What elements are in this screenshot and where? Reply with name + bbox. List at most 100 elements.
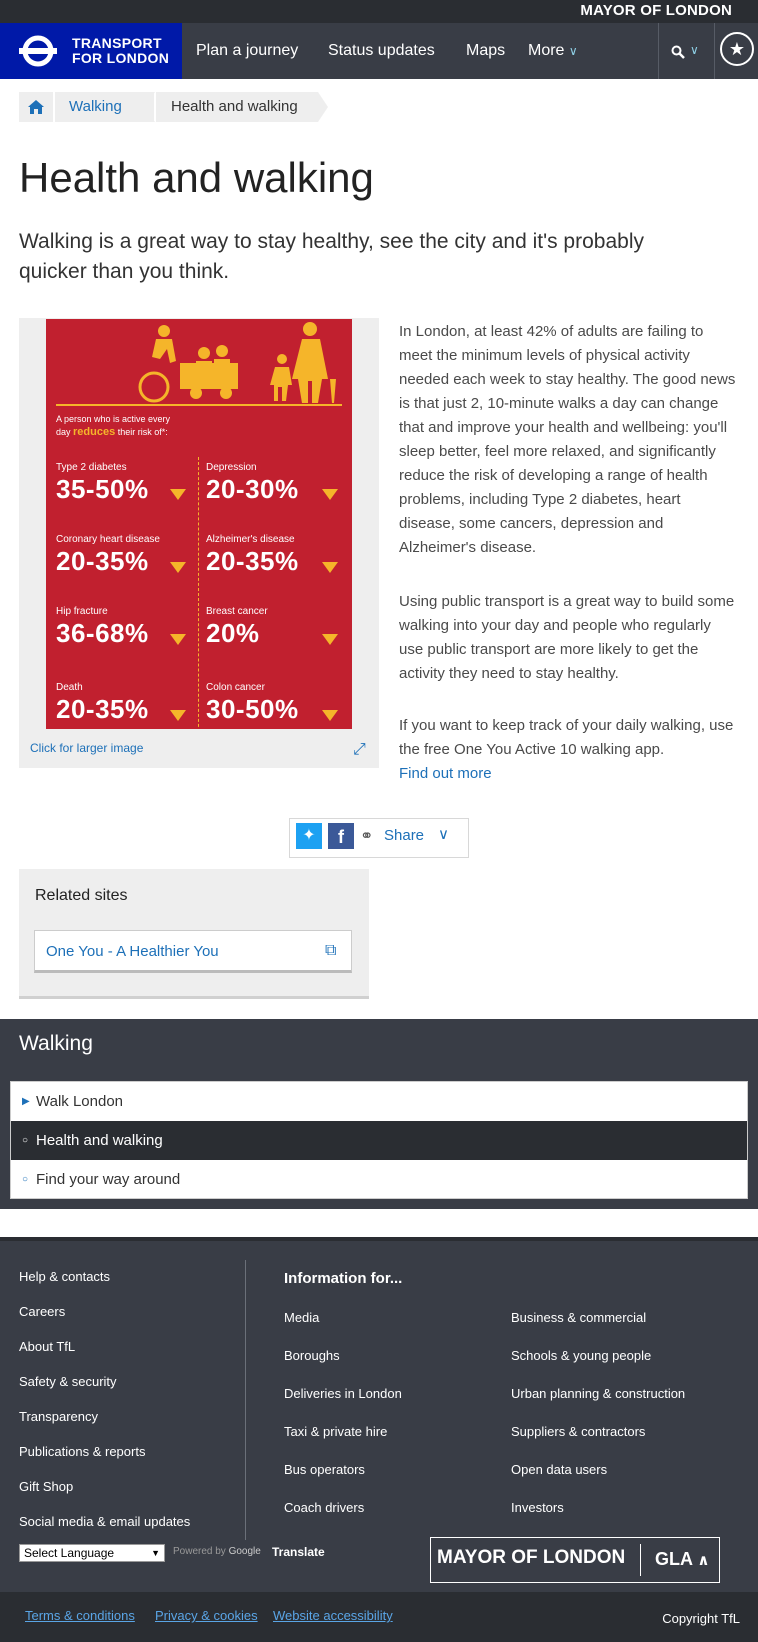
footer-link[interactable]: Publications & reports	[19, 1444, 145, 1459]
twitter-icon: ✦	[302, 827, 316, 844]
gla-link[interactable]: GLA ∧	[655, 1549, 710, 1570]
section-nav-heading: Walking	[19, 1032, 93, 1055]
nav-plan-journey[interactable]: Plan a journey	[196, 42, 298, 60]
stat-label: Breast cancer	[206, 606, 268, 617]
chevron-down-icon: ∨	[690, 43, 699, 57]
nav-divider	[658, 23, 659, 79]
home-icon	[28, 100, 44, 114]
down-arrow-icon	[170, 634, 186, 645]
external-link-icon: ⧉	[325, 942, 337, 959]
twitter-share-button[interactable]: ✦	[296, 823, 322, 849]
down-arrow-icon	[170, 710, 186, 721]
footer-info-link[interactable]: Deliveries in London	[284, 1386, 402, 1401]
down-arrow-icon	[170, 489, 186, 500]
logo-line-2: FOR LONDON	[72, 50, 170, 66]
favourites-button[interactable]: ★	[720, 32, 754, 66]
nav-more[interactable]: More ∨	[528, 42, 578, 60]
search-icon	[671, 45, 685, 59]
family-walking-illustration	[56, 322, 342, 406]
footer-link[interactable]: Gift Shop	[19, 1479, 73, 1494]
footer-info-link[interactable]: Taxi & private hire	[284, 1424, 387, 1439]
triangle-right-icon: ▶	[22, 1096, 30, 1107]
down-arrow-icon	[322, 710, 338, 721]
share-icon: ⚭	[360, 828, 374, 845]
chevron-down-icon[interactable]: ∨	[438, 825, 449, 843]
footer-info-link[interactable]: Coach drivers	[284, 1500, 364, 1515]
facebook-share-button[interactable]: f	[328, 823, 354, 849]
star-icon: ★	[728, 39, 746, 59]
terms-link[interactable]: Terms & conditions	[25, 1608, 135, 1623]
footer-info-link[interactable]: Urban planning & construction	[511, 1386, 685, 1401]
page-title: Health and walking	[19, 154, 374, 201]
chevron-up-icon: ∧	[697, 1552, 710, 1569]
mayor-of-london-footer[interactable]: MAYOR OF LONDON	[437, 1547, 625, 1569]
page-lead: Walking is a great way to stay healthy, …	[19, 230, 644, 283]
expand-icon[interactable]: ⤢	[353, 741, 366, 759]
stat-value: 36-68%	[56, 618, 149, 648]
stat-value: 20-30%	[206, 474, 299, 504]
stat-label: Death	[56, 682, 83, 693]
down-arrow-icon	[322, 489, 338, 500]
footer-link[interactable]: Careers	[19, 1304, 65, 1319]
breadcrumb-end	[318, 92, 328, 122]
footer-link[interactable]: Transparency	[19, 1409, 98, 1424]
section-nav-item-find-way[interactable]: ○ Find your way around	[11, 1160, 747, 1199]
footer-info-link[interactable]: Boroughs	[284, 1348, 340, 1363]
stat-label: Type 2 diabetes	[56, 462, 127, 473]
down-arrow-icon	[170, 562, 186, 573]
privacy-link[interactable]: Privacy & cookies	[155, 1608, 258, 1623]
infographic-image[interactable]: A person who is active every day reduces…	[46, 319, 352, 729]
footer-info-link[interactable]: Business & commercial	[511, 1310, 646, 1325]
footer-link[interactable]: About TfL	[19, 1339, 75, 1354]
chevron-down-icon: ∨	[568, 44, 578, 58]
footer-info-link[interactable]: Media	[284, 1310, 319, 1325]
section-nav-list: ▶ Walk London ○ Health and walking ○ Fin…	[10, 1081, 748, 1199]
breadcrumb-walking[interactable]: Walking	[55, 92, 155, 122]
stat-label: Depression	[206, 462, 257, 473]
nav-maps[interactable]: Maps	[466, 42, 505, 60]
language-select[interactable]: Select Language ▼	[19, 1544, 165, 1562]
footer-link[interactable]: Social media & email updates	[19, 1514, 190, 1529]
facebook-icon: f	[338, 827, 344, 847]
dropdown-arrow-icon: ▼	[151, 1548, 160, 1558]
nav-more-label: More	[528, 42, 565, 59]
footer-info-link[interactable]: Suppliers & contractors	[511, 1424, 645, 1439]
language-select-value: Select Language	[24, 1546, 115, 1560]
section-nav-item-walk-london[interactable]: ▶ Walk London	[11, 1082, 747, 1121]
section-nav-item-label: Health and walking	[36, 1132, 163, 1149]
section-nav-item-health-walking[interactable]: ○ Health and walking	[11, 1121, 747, 1160]
stat-value: 20-35%	[56, 694, 149, 724]
infographic-column-divider	[198, 457, 199, 729]
footer-info-link[interactable]: Schools & young people	[511, 1348, 651, 1363]
search-toggle[interactable]: ∨	[671, 43, 705, 61]
footer-info-link[interactable]: Bus operators	[284, 1462, 365, 1477]
footer-link[interactable]: Safety & security	[19, 1374, 117, 1389]
section-nav-item-label: Walk London	[36, 1093, 123, 1110]
footer-link[interactable]: Help & contacts	[19, 1269, 110, 1284]
infographic-intro-1: A person who is active every	[56, 414, 171, 424]
related-sites-heading: Related sites	[35, 887, 128, 904]
share-button[interactable]: Share	[384, 827, 424, 844]
footer-info-link[interactable]: Open data users	[511, 1462, 607, 1477]
stat-value: 20%	[206, 618, 260, 648]
breadcrumb-current: Health and walking	[156, 92, 318, 122]
body-paragraph-1: In London, at least 42% of adults are fa…	[399, 323, 736, 556]
stat-value: 35-50%	[56, 474, 149, 504]
nav-status-updates[interactable]: Status updates	[328, 42, 435, 60]
powered-by-label: Powered by	[173, 1546, 226, 1557]
footer-divider	[245, 1260, 246, 1540]
google-translate-link[interactable]: Translate	[272, 1545, 325, 1559]
breadcrumb-home[interactable]	[19, 92, 53, 122]
stat-label: Colon cancer	[206, 682, 265, 693]
stat-value: 20-35%	[206, 546, 299, 576]
logo-text[interactable]: TRANSPORT FOR LONDON	[72, 36, 169, 66]
accessibility-link[interactable]: Website accessibility	[273, 1608, 393, 1623]
footer-info-link[interactable]: Investors	[511, 1500, 564, 1515]
larger-image-link[interactable]: Click for larger image	[30, 741, 143, 755]
mayor-divider	[640, 1544, 641, 1576]
stat-value: 30-50%	[206, 694, 299, 724]
related-site-link[interactable]: One You - A Healthier You	[46, 943, 219, 960]
body-paragraph-3: If you want to keep track of your daily …	[399, 714, 739, 786]
find-out-more-link[interactable]: Find out more	[399, 765, 492, 782]
mayor-of-london-link[interactable]: MAYOR OF LONDON	[580, 2, 732, 19]
